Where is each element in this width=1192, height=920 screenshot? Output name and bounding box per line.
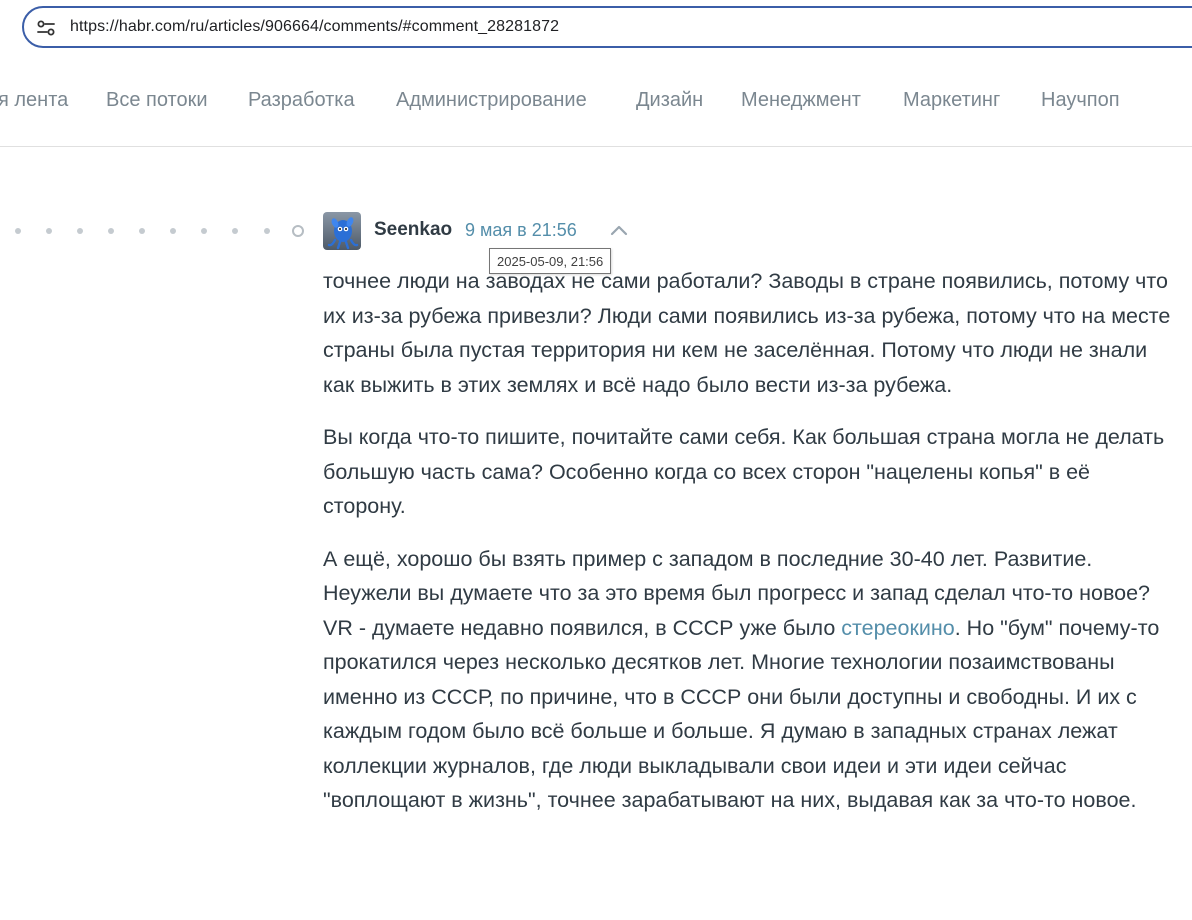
nav-item-management[interactable]: Менеджмент xyxy=(741,89,861,112)
flows-nav: я лента Все потоки Разработка Администри… xyxy=(0,58,1192,147)
thread-dot-current xyxy=(292,225,304,237)
thread-dot xyxy=(264,228,270,234)
stereokino-link[interactable]: стереокино xyxy=(841,616,954,640)
thread-dot xyxy=(201,228,207,234)
url-text[interactable]: https://habr.com/ru/articles/906664/comm… xyxy=(70,18,559,36)
chevron-up-icon[interactable] xyxy=(608,222,630,238)
thread-dot xyxy=(139,228,145,234)
date-tooltip: 2025-05-09, 21:56 xyxy=(489,248,612,274)
comment-date-link[interactable]: 9 мая в 21:56 xyxy=(465,220,577,241)
comment-author[interactable]: Seenkao xyxy=(374,219,452,241)
paragraph-text: . Но "бум" почему-то прокатился через не… xyxy=(323,615,1160,813)
nav-item-marketing[interactable]: Маркетинг xyxy=(903,89,1000,112)
browser-toolbar: https://habr.com/ru/articles/906664/comm… xyxy=(0,0,1192,59)
thread-dot xyxy=(77,228,83,234)
nav-item-design[interactable]: Дизайн xyxy=(636,89,703,112)
nav-item-development[interactable]: Разработка xyxy=(248,89,355,112)
comment-paragraph: А ещё, хорошо бы взять пример с западом … xyxy=(323,542,1173,818)
thread-dot xyxy=(232,228,238,234)
comment-body: точнее люди на заводах не сами работали?… xyxy=(323,264,1173,836)
avatar[interactable] xyxy=(323,212,361,250)
tune-icon[interactable] xyxy=(36,19,56,37)
thread-dot xyxy=(46,228,52,234)
nav-item-administration[interactable]: Администрирование xyxy=(396,89,587,112)
nav-item-all-flows[interactable]: Все потоки xyxy=(106,89,208,112)
thread-depth-indicator xyxy=(0,220,310,244)
thread-dot xyxy=(15,228,21,234)
thread-dot xyxy=(108,228,114,234)
comment-paragraph: точнее люди на заводах не сами работали?… xyxy=(323,269,1171,397)
avatar-image xyxy=(323,212,361,250)
thread-dot xyxy=(170,228,176,234)
comment-paragraph: Вы когда что-то пишите, почитайте сами с… xyxy=(323,425,1165,518)
nav-item-popsci[interactable]: Научпоп xyxy=(1041,89,1120,112)
nav-item-my-feed[interactable]: я лента xyxy=(0,89,68,112)
address-bar[interactable]: https://habr.com/ru/articles/906664/comm… xyxy=(22,6,1192,48)
